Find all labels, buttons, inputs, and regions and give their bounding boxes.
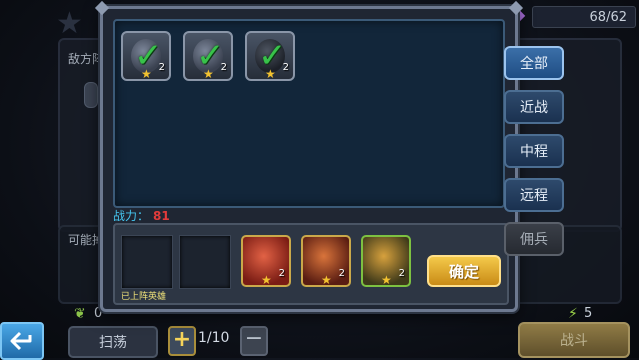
star-icon: ★ [203,67,214,81]
tab-mid-range[interactable]: 中程 [504,134,564,168]
pool-hero-2[interactable]: ✓ 2 ★ [183,31,233,81]
minus-button[interactable]: − [240,326,268,356]
deployed-heroes-panel: 已上阵英雄 2 ★ 2 ★ 2 ★ 确定 [113,223,509,305]
tab-mercenary[interactable]: 佣兵 [504,222,564,256]
deployed-hero-1[interactable]: 2 ★ [241,235,291,287]
deployed-hero-2[interactable]: 2 ★ [301,235,351,287]
empty-slot[interactable] [121,235,173,289]
count-right: 5 [584,306,593,321]
pool-hero-3[interactable]: ✓ 2 ★ [245,31,295,81]
star-icon: ★ [261,273,272,287]
star-icon: ★ [265,67,276,81]
hero-level: 2 [158,62,165,73]
drops-label: 可能掉 [68,233,105,247]
hero-pool: ✓ 2 ★ ✓ 2 ★ ✓ 2 ★ [113,19,505,208]
pool-hero-1[interactable]: ✓ 2 ★ [121,31,171,81]
sweep-count: 1/10 [198,330,230,346]
power-value: 81 [153,209,170,223]
hero-select-dialog: ✓ 2 ★ ✓ 2 ★ ✓ 2 ★ 战力： 81 已上阵英雄 2 ★ 2 ★ 2… [100,6,518,312]
tab-ranged[interactable]: 远程 [504,178,564,212]
plus-button[interactable]: + [168,326,196,356]
deployed-hero-3[interactable]: 2 ★ [361,235,411,287]
stamina-counter: 68/62 [532,6,636,28]
star-icon: ★ [56,6,83,41]
leaf-icon: ❦ [74,306,86,322]
tab-all[interactable]: 全部 [504,46,564,80]
hero-level: 2 [282,62,289,73]
enemy-chip [84,82,98,108]
power-row: 战力： 81 [113,207,170,224]
star-icon: ★ [321,273,332,287]
back-arrow-icon [10,331,32,351]
tab-melee[interactable]: 近战 [504,90,564,124]
deploy-hint: 已上阵英雄 [121,292,167,302]
hero-level: 2 [220,62,227,73]
power-label: 战力： [113,209,150,223]
fight-button[interactable]: 战斗 [518,322,630,358]
back-button[interactable] [0,322,44,360]
star-icon: ★ [141,67,152,81]
hero-level: 2 [278,268,285,279]
star-icon: ★ [381,273,392,287]
hero-level: 2 [398,268,405,279]
empty-slot[interactable] [179,235,231,289]
enemy-label: 敌方阵 [68,52,105,66]
sweep-button[interactable]: 扫荡 [68,326,158,358]
lightning-icon: ⚡ [568,306,578,322]
hero-level: 2 [338,268,345,279]
confirm-button[interactable]: 确定 [427,255,501,287]
